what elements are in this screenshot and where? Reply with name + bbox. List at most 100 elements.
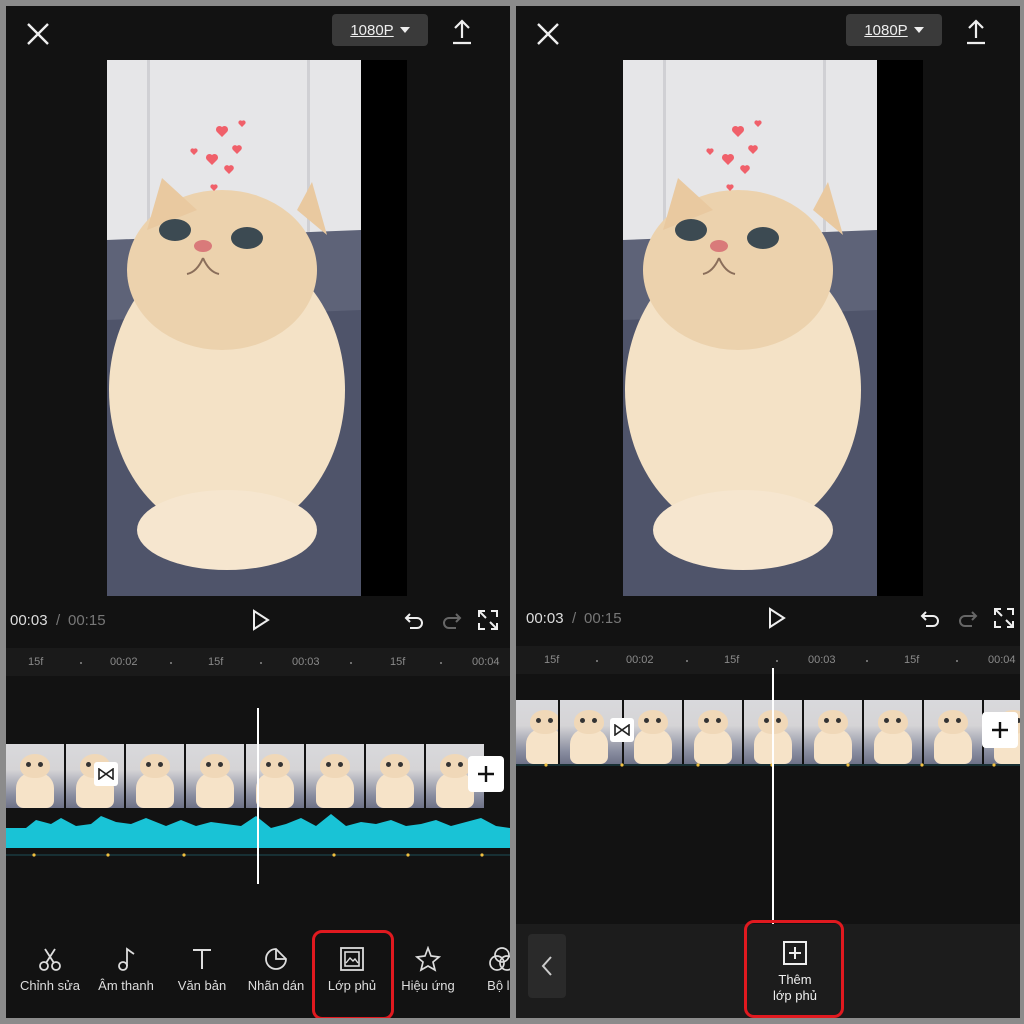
time-separator: / <box>572 610 577 627</box>
ruler-label: 00:02 <box>626 654 654 666</box>
ruler-dot <box>956 660 958 662</box>
sticker-icon <box>265 948 287 970</box>
add-clip-button[interactable] <box>982 712 1018 748</box>
highlight-overlay-tool <box>312 930 394 1018</box>
tool-text[interactable]: Văn bản <box>166 936 238 1006</box>
highlight-add-overlay <box>744 920 844 1018</box>
ruler-dot <box>776 660 778 662</box>
redo-icon[interactable] <box>440 608 464 632</box>
caret-down-icon <box>913 27 924 33</box>
transition-button[interactable] <box>610 718 634 742</box>
editor-panel-right: 1080P 00:03 / 00:15 15f 00:02 15f 00:03 … <box>516 6 1020 1018</box>
undo-icon[interactable] <box>402 608 426 632</box>
export-icon[interactable] <box>964 18 988 46</box>
clip-thumbnail <box>246 744 304 808</box>
resolution-button[interactable]: 1080P <box>332 14 428 46</box>
tool-label: Hiệu ứng <box>401 978 455 993</box>
ruler-label: 00:04 <box>472 656 500 668</box>
ruler-label: 00:04 <box>988 654 1016 666</box>
keyframe-line <box>516 763 1020 767</box>
cat-video-frame <box>623 60 877 596</box>
tool-filter[interactable]: Bộ lọ <box>466 936 510 1006</box>
timeline-ruler[interactable]: 15f 00:02 15f 00:03 15f 00:04 <box>6 648 510 676</box>
video-clip-track[interactable] <box>516 700 1020 764</box>
tool-label: Chỉnh sửa <box>19 978 80 993</box>
play-icon[interactable] <box>248 608 272 632</box>
fullscreen-icon[interactable] <box>476 608 500 632</box>
playhead[interactable] <box>772 668 774 924</box>
ruler-label: 15f <box>724 654 740 666</box>
resolution-label: 1080P <box>350 21 394 39</box>
video-clip-track[interactable] <box>6 744 486 808</box>
main-toolbar: Chỉnh sửa Âm thanh Văn bản Nhãn dán Lớp … <box>6 936 510 1016</box>
fullscreen-icon[interactable] <box>992 606 1016 630</box>
plus-icon <box>992 722 1008 738</box>
time-separator: / <box>56 612 61 629</box>
ruler-label: 15f <box>28 656 44 668</box>
ruler-label: 15f <box>904 654 920 666</box>
ruler-dot <box>80 662 82 664</box>
ruler-label: 15f <box>544 654 560 666</box>
back-button[interactable] <box>528 934 566 998</box>
scissors-icon <box>39 948 61 971</box>
redo-icon[interactable] <box>956 606 980 630</box>
total-time: 00:15 <box>584 610 622 627</box>
transition-button[interactable] <box>94 762 118 786</box>
ruler-dot <box>440 662 442 664</box>
ruler-dot <box>260 662 262 664</box>
ruler-dot <box>686 660 688 662</box>
playback-bar: 00:03 / 00:15 <box>10 606 506 636</box>
playhead[interactable] <box>257 708 259 884</box>
resolution-button[interactable]: 1080P <box>846 14 942 46</box>
chevron-left-icon <box>541 956 552 976</box>
tool-label: Âm thanh <box>98 978 154 993</box>
ruler-dot <box>596 660 598 662</box>
ruler-label: 00:02 <box>110 656 138 668</box>
ruler-dot <box>170 662 172 664</box>
current-time: 00:03 <box>526 610 564 627</box>
tool-label: Nhãn dán <box>247 978 305 993</box>
tool-sticker[interactable]: Nhãn dán <box>240 936 312 1006</box>
tool-label: Văn bản <box>177 978 227 993</box>
ruler-label: 15f <box>390 656 406 668</box>
close-icon[interactable] <box>24 20 52 48</box>
cat-video-frame <box>107 60 361 596</box>
clip-thumbnail <box>366 744 424 808</box>
play-icon[interactable] <box>764 606 788 630</box>
clip-thumbnail <box>864 700 922 764</box>
clip-thumbnail <box>306 744 364 808</box>
tool-effects[interactable]: Hiệu ứng <box>392 936 464 1006</box>
clip-thumbnail <box>684 700 742 764</box>
ruler-label: 00:03 <box>292 656 320 668</box>
filter-icon <box>489 947 510 971</box>
transition-icon <box>98 768 114 780</box>
add-clip-button[interactable] <box>468 756 504 792</box>
tool-edit[interactable]: Chỉnh sửa <box>14 936 86 1006</box>
video-preview[interactable] <box>107 60 407 596</box>
playback-bar: 00:03 / 00:15 <box>520 604 1016 634</box>
ruler-label: 00:03 <box>808 654 836 666</box>
editor-panel-left: 1080P 00:03 / 00:15 15f 00:02 15f 00:03 … <box>6 6 510 1018</box>
clip-thumbnail <box>6 744 64 808</box>
transition-icon <box>614 724 630 736</box>
ruler-dot <box>350 662 352 664</box>
clip-thumbnail <box>186 744 244 808</box>
resolution-label: 1080P <box>864 21 908 39</box>
caret-down-icon <box>399 27 410 33</box>
timeline-ruler[interactable]: 15f 00:02 15f 00:03 15f 00:04 <box>516 646 1020 674</box>
ruler-label: 15f <box>208 656 224 668</box>
close-icon[interactable] <box>534 20 562 48</box>
clip-thumbnail <box>804 700 862 764</box>
video-preview[interactable] <box>623 60 923 596</box>
music-note-icon <box>118 947 135 971</box>
undo-icon[interactable] <box>918 606 942 630</box>
clip-thumbnail <box>924 700 982 764</box>
total-time: 00:15 <box>68 612 106 629</box>
clip-thumbnail <box>516 700 558 764</box>
tool-label: Bộ lọ <box>487 978 510 993</box>
export-icon[interactable] <box>450 18 474 46</box>
tool-audio[interactable]: Âm thanh <box>90 936 162 1006</box>
ruler-dot <box>866 660 868 662</box>
plus-icon <box>478 766 494 782</box>
effects-star-icon <box>415 946 441 972</box>
